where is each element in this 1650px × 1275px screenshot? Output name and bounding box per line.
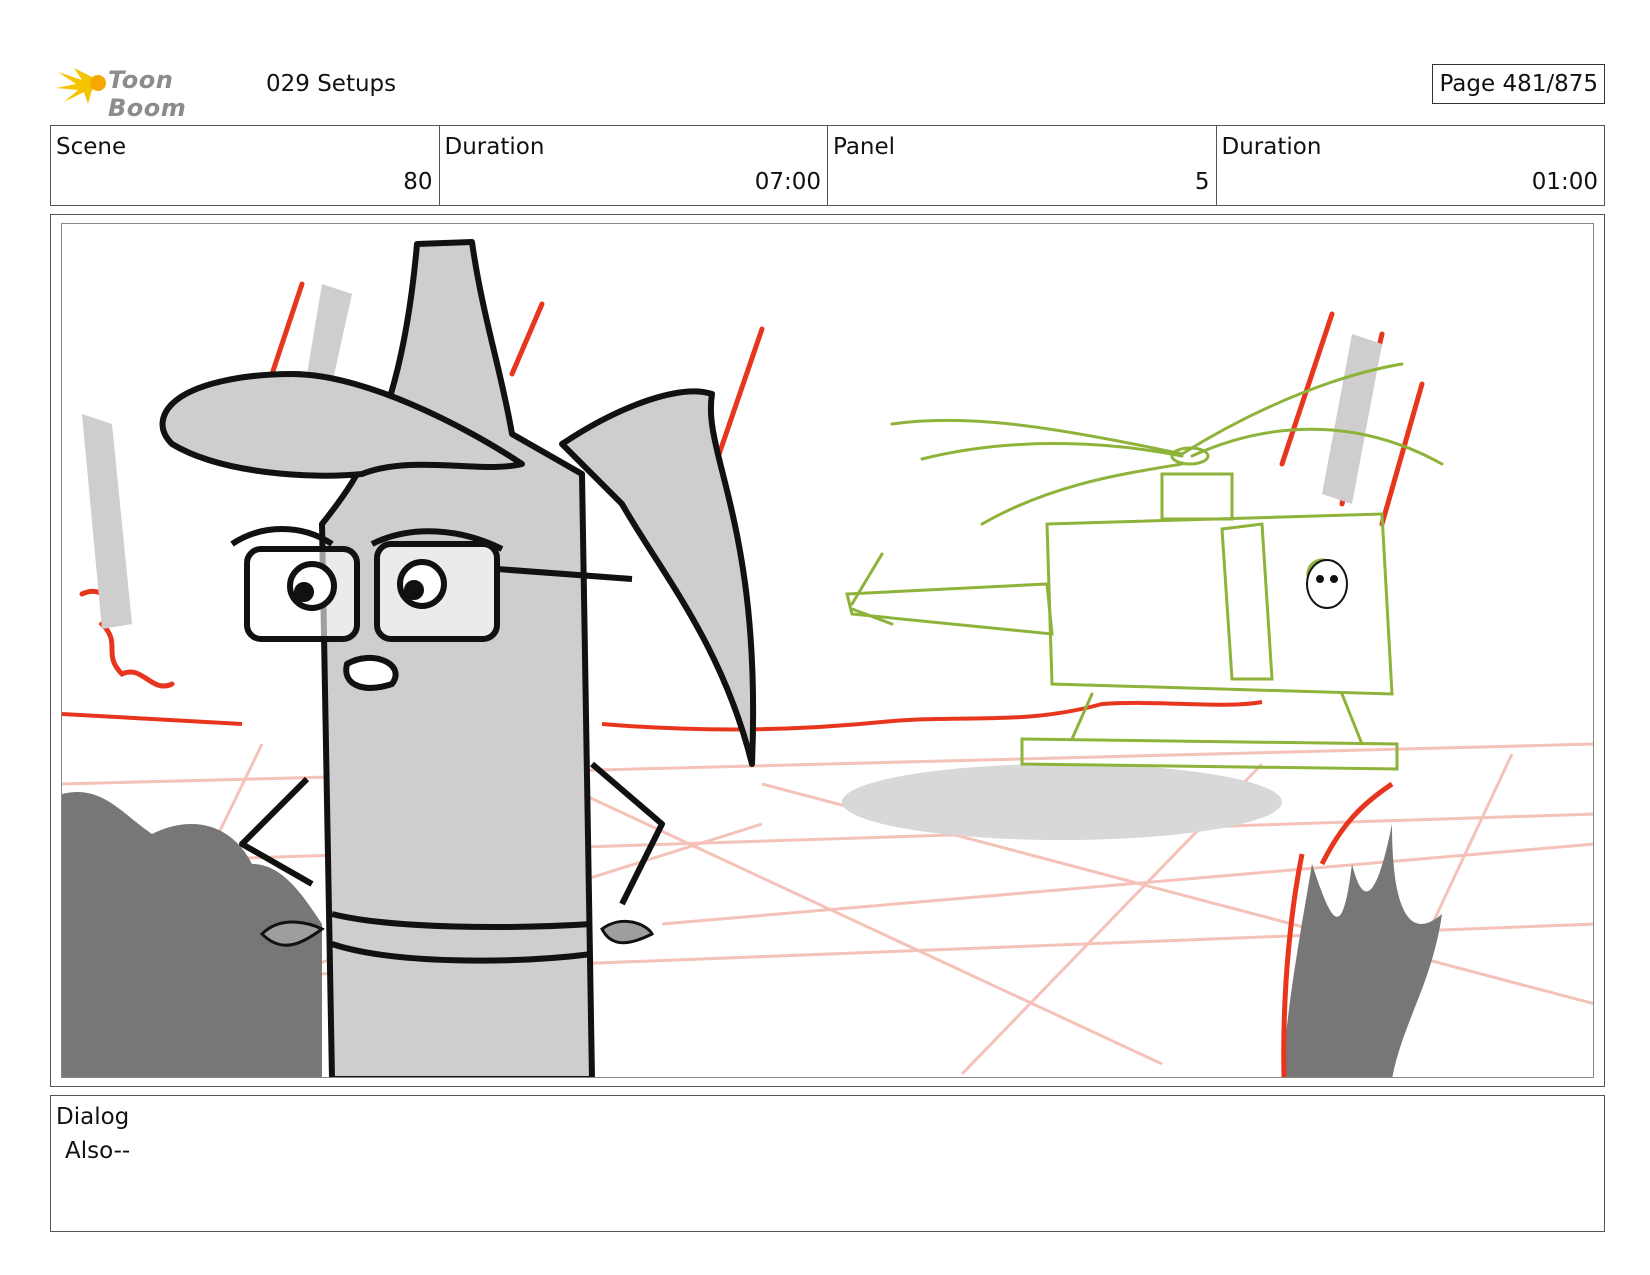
starburst-logo-icon — [56, 68, 106, 104]
panel-value: 5 — [1194, 169, 1210, 195]
scene-cell: Scene 80 — [51, 126, 440, 205]
scene-info-table: Scene 80 Duration 07:00 Panel 5 Duration… — [50, 125, 1605, 206]
scene-duration-cell: Duration 07:00 — [440, 126, 828, 205]
scene-label: Scene — [56, 134, 127, 160]
panel-frame — [50, 214, 1605, 1087]
project-title: 029 Setups — [266, 71, 397, 97]
scene-drawing — [62, 239, 1593, 1077]
right-bush — [1282, 824, 1442, 1077]
scene-duration-label: Duration — [444, 134, 545, 160]
scene-value: 80 — [403, 169, 433, 195]
storyboard-panel-drawing — [61, 223, 1594, 1078]
scene-duration-value: 07:00 — [754, 169, 821, 195]
page-indicator: Page 481/875 — [1432, 64, 1605, 104]
storyboard-header: Toon Boom 029 Setups Page 481/875 — [50, 58, 1605, 122]
dialog-box: Dialog Also-- — [50, 1095, 1605, 1232]
panel-label: Panel — [833, 134, 896, 160]
dialog-text: Also-- — [65, 1138, 131, 1164]
panel-duration-value: 01:00 — [1531, 169, 1598, 195]
logo-text: Toon Boom — [108, 66, 187, 122]
panel-cell: Panel 5 — [828, 126, 1217, 205]
toon-boom-logo: Toon Boom — [54, 58, 254, 122]
panel-duration-label: Duration — [1221, 134, 1322, 160]
helicopter-shadow — [842, 764, 1282, 840]
panel-duration-cell: Duration 01:00 — [1217, 126, 1605, 205]
pilot-character — [1306, 559, 1348, 609]
dialog-label: Dialog — [56, 1104, 130, 1130]
